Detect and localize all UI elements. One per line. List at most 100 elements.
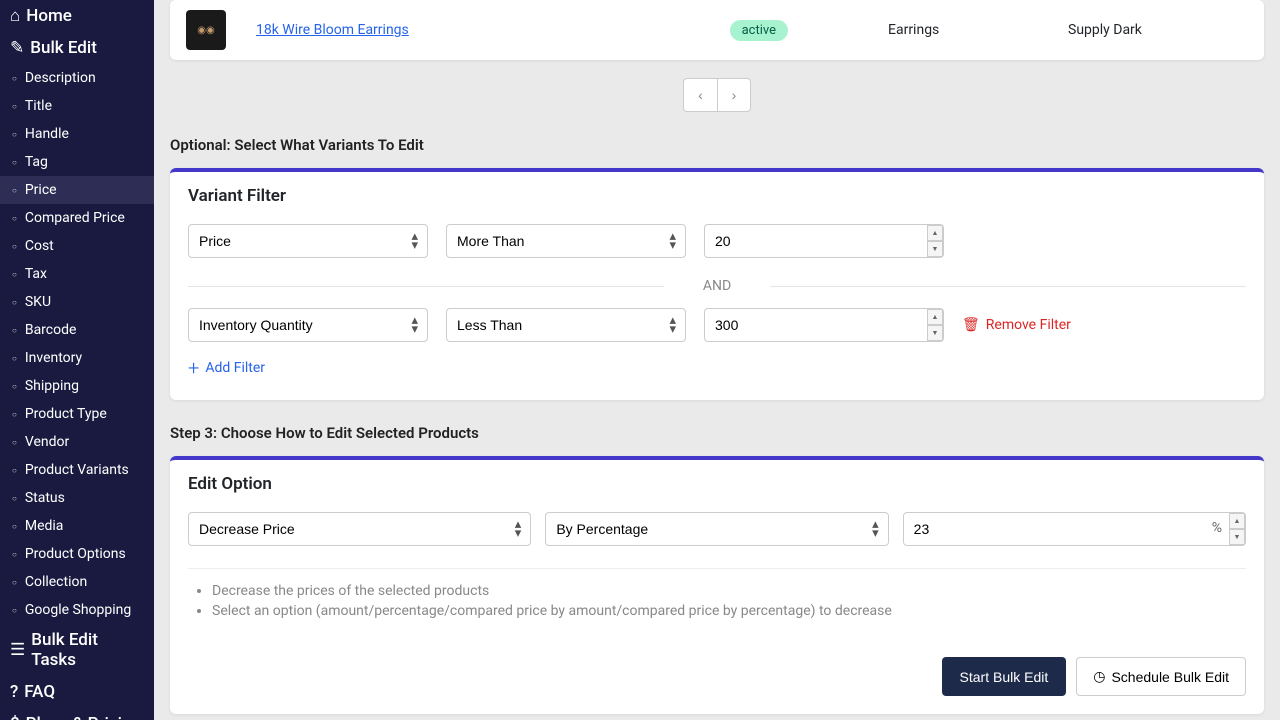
nav-bulk-edit-label: Bulk Edit	[30, 38, 97, 58]
product-thumbnail: ◉◉	[186, 10, 226, 50]
schedule-label: Schedule Bulk Edit	[1111, 669, 1229, 685]
filter-value-2[interactable]	[704, 308, 944, 342]
bullet-icon: ○	[12, 242, 17, 251]
filter-field-2[interactable]: Inventory Quantity	[188, 308, 428, 342]
sidebar-item-compared-price[interactable]: ○ Compared Price	[0, 204, 154, 232]
bullet-icon: ○	[12, 466, 17, 475]
remove-filter-label: Remove Filter	[986, 317, 1071, 333]
nav-faq[interactable]: ? FAQ	[0, 676, 154, 708]
remove-filter-button[interactable]: 🗑 Remove Filter	[962, 317, 1071, 333]
bullet-icon: ○	[12, 130, 17, 139]
product-row: ◉◉ 18k Wire Bloom Earrings active Earrin…	[170, 0, 1264, 60]
sidebar-item-shipping[interactable]: ○ Shipping	[0, 372, 154, 400]
bullet-icon: ○	[12, 158, 17, 167]
sidebar-item-google-shopping[interactable]: ○ Google Shopping	[0, 596, 154, 624]
status-badge: active	[730, 20, 788, 41]
step-up[interactable]: ▲	[927, 225, 943, 241]
edit-option-card: Edit Option Decrease Price ▴▾ By Percent…	[170, 456, 1264, 714]
hint-1: Decrease the prices of the selected prod…	[212, 583, 1246, 599]
product-name-link[interactable]: 18k Wire Bloom Earrings	[256, 22, 730, 38]
sidebar-item-barcode[interactable]: ○ Barcode	[0, 316, 154, 344]
sidebar-item-product-type[interactable]: ○ Product Type	[0, 400, 154, 428]
prev-page-button[interactable]: ‹	[683, 78, 717, 112]
filter-row-1: Price ▴▾ More Than ▴▾ ▲▼	[188, 224, 1246, 258]
nav-bulk-edit[interactable]: ✎ Bulk Edit	[0, 32, 154, 64]
sidebar: ⌂ Home ✎ Bulk Edit ○ Description○ Title○…	[0, 0, 154, 720]
bullet-icon: ○	[12, 270, 17, 279]
product-vendor: Supply Dark	[1068, 22, 1248, 38]
step-down[interactable]: ▼	[927, 241, 943, 257]
variant-filter-card: Variant Filter Price ▴▾ More Than ▴▾ ▲▼ …	[170, 168, 1264, 400]
sidebar-item-tax[interactable]: ○ Tax	[0, 260, 154, 288]
nav-faq-label: FAQ	[24, 682, 55, 702]
bullet-icon: ○	[12, 298, 17, 307]
edit-mode-select[interactable]: By Percentage	[545, 512, 888, 546]
sidebar-item-status[interactable]: ○ Status	[0, 484, 154, 512]
edit-option-title: Edit Option	[170, 460, 1264, 496]
nav-plans-label: Plans & Pricing	[26, 714, 141, 720]
pagination: ‹ ›	[170, 78, 1264, 112]
hint-2: Select an option (amount/percentage/comp…	[212, 603, 1246, 619]
schedule-bulk-edit-button[interactable]: ◷ Schedule Bulk Edit	[1076, 657, 1246, 696]
sidebar-item-cost[interactable]: ○ Cost	[0, 232, 154, 260]
bullet-icon: ○	[12, 606, 17, 615]
bullet-icon: ○	[12, 102, 17, 111]
sidebar-item-price[interactable]: ○ Price	[0, 176, 154, 204]
edit-action-select[interactable]: Decrease Price	[188, 512, 531, 546]
pricing-icon: $	[10, 714, 20, 720]
filter-field-1[interactable]: Price	[188, 224, 428, 258]
bullet-icon: ○	[12, 186, 17, 195]
start-bulk-edit-button[interactable]: Start Bulk Edit	[942, 657, 1067, 696]
add-filter-label: Add Filter	[205, 360, 265, 376]
bullet-icon: ○	[12, 74, 17, 83]
bullet-icon: ○	[12, 494, 17, 503]
sidebar-item-product-options[interactable]: ○ Product Options	[0, 540, 154, 568]
add-filter-button[interactable]: + Add Filter	[188, 356, 1246, 380]
sidebar-item-collection[interactable]: ○ Collection	[0, 568, 154, 596]
nav-home-label: Home	[26, 6, 72, 26]
sidebar-item-title[interactable]: ○ Title	[0, 92, 154, 120]
sidebar-item-tag[interactable]: ○ Tag	[0, 148, 154, 176]
main-content: ◉◉ 18k Wire Bloom Earrings active Earrin…	[154, 0, 1280, 720]
nav-bulk-edit-tasks[interactable]: ☰ Bulk Edit Tasks	[0, 624, 154, 676]
step-up[interactable]: ▲	[1229, 513, 1245, 529]
step-down[interactable]: ▼	[1229, 529, 1245, 545]
filter-op-1[interactable]: More Than	[446, 224, 686, 258]
nav-plans[interactable]: $ Plans & Pricing	[0, 708, 154, 720]
sidebar-item-product-variants[interactable]: ○ Product Variants	[0, 456, 154, 484]
filter-value-1[interactable]	[704, 224, 944, 258]
sidebar-item-vendor[interactable]: ○ Vendor	[0, 428, 154, 456]
variant-section-label: Optional: Select What Variants To Edit	[170, 136, 1264, 154]
clock-icon: ◷	[1093, 668, 1105, 685]
edit-icon: ✎	[10, 38, 24, 58]
bullet-icon: ○	[12, 214, 17, 223]
question-icon: ?	[10, 682, 18, 702]
edit-hints: Decrease the prices of the selected prod…	[188, 583, 1246, 619]
nav-home[interactable]: ⌂ Home	[0, 0, 154, 32]
bullet-icon: ○	[12, 550, 17, 559]
sidebar-item-inventory[interactable]: ○ Inventory	[0, 344, 154, 372]
product-type: Earrings	[888, 22, 1068, 38]
next-page-button[interactable]: ›	[717, 78, 751, 112]
bullet-icon: ○	[12, 522, 17, 531]
sidebar-item-description[interactable]: ○ Description	[0, 64, 154, 92]
step-down[interactable]: ▼	[927, 325, 943, 341]
tasks-icon: ☰	[10, 640, 25, 660]
sidebar-item-handle[interactable]: ○ Handle	[0, 120, 154, 148]
edit-value-input[interactable]	[903, 512, 1246, 546]
bullet-icon: ○	[12, 326, 17, 335]
nav-tasks-label: Bulk Edit Tasks	[31, 630, 144, 670]
bullet-icon: ○	[12, 410, 17, 419]
plus-icon: +	[188, 356, 199, 380]
bullet-icon: ○	[12, 578, 17, 587]
filter-op-2[interactable]: Less Than	[446, 308, 686, 342]
filter-row-2: Inventory Quantity ▴▾ Less Than ▴▾ ▲▼ 🗑 …	[188, 308, 1246, 342]
variant-filter-title: Variant Filter	[170, 172, 1264, 208]
sidebar-item-media[interactable]: ○ Media	[0, 512, 154, 540]
and-divider: AND	[188, 278, 1246, 294]
trash-icon: 🗑	[962, 317, 980, 333]
sidebar-item-sku[interactable]: ○ SKU	[0, 288, 154, 316]
bullet-icon: ○	[12, 438, 17, 447]
step-up[interactable]: ▲	[927, 309, 943, 325]
home-icon: ⌂	[10, 6, 20, 26]
